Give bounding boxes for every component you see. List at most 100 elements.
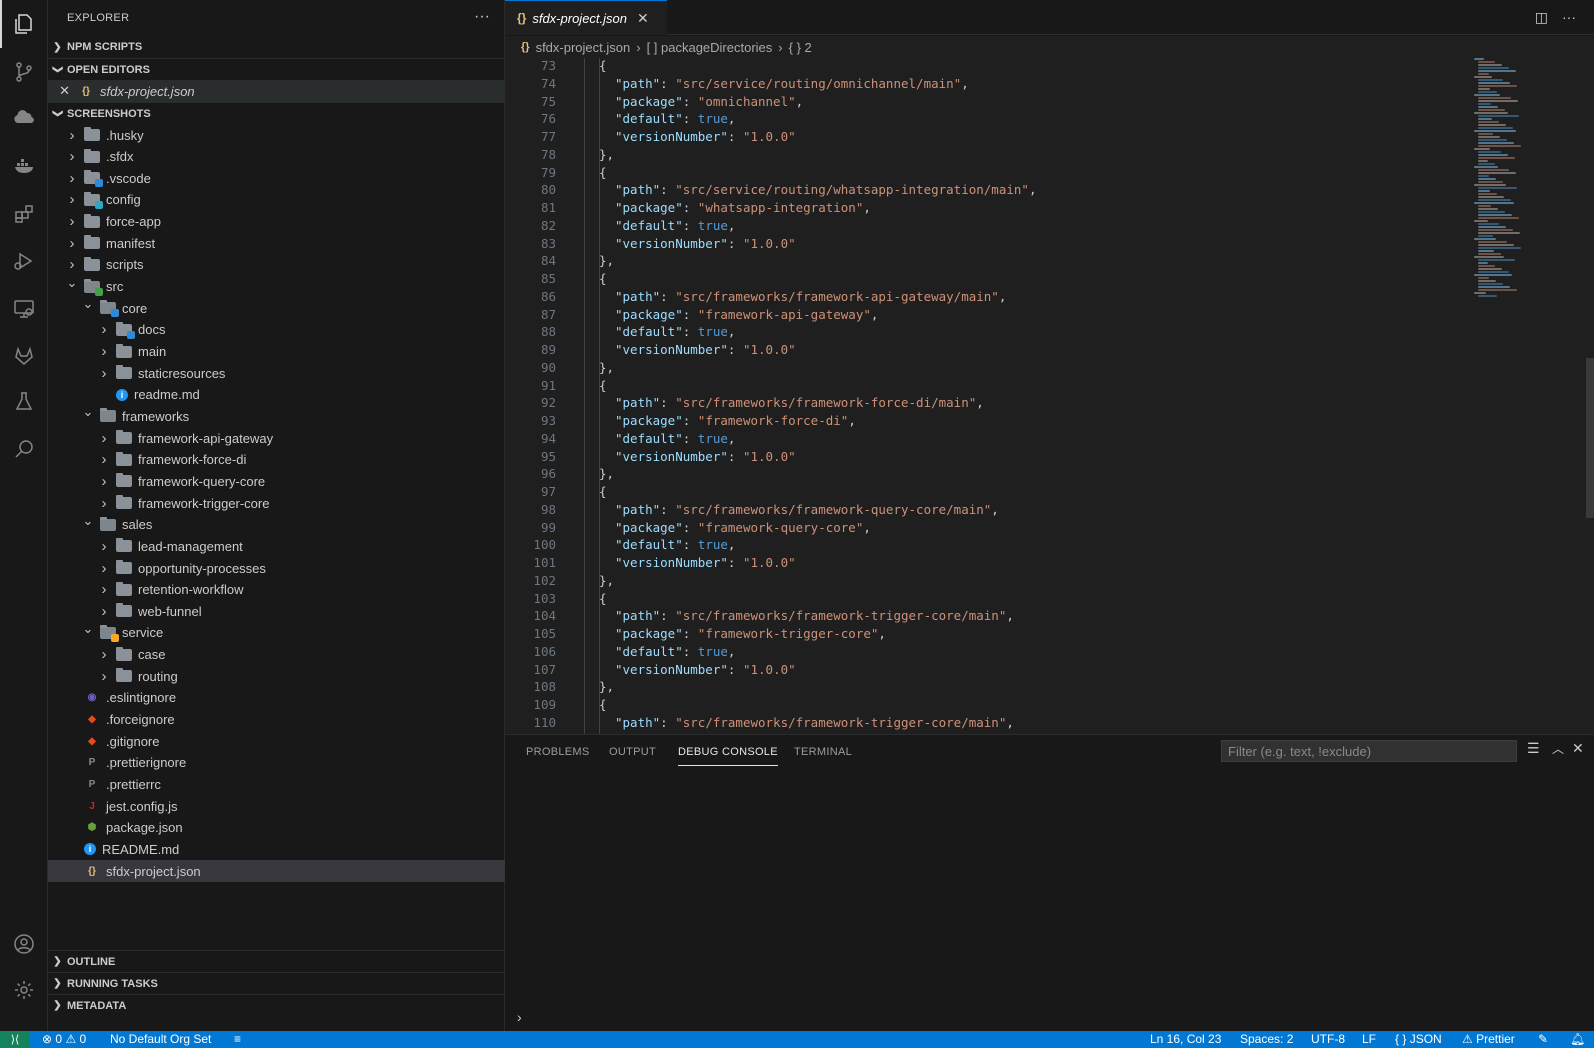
tree-file[interactable]: P .prettierignore bbox=[48, 752, 505, 774]
code-line[interactable]: "path": "src/service/routing/whatsapp-in… bbox=[615, 181, 1036, 199]
panel-tab-problems[interactable]: PROBLEMS bbox=[526, 735, 590, 769]
menu-icon[interactable]: ≡ bbox=[234, 1032, 241, 1046]
editor-tab[interactable]: {} sfdx-project.json ✕ bbox=[505, 0, 667, 35]
tree-folder[interactable]: › force-app bbox=[48, 211, 505, 233]
more-actions-icon[interactable]: ··· bbox=[1562, 9, 1576, 26]
panel-tab-debug-console[interactable]: DEBUG CONSOLE bbox=[678, 738, 778, 766]
panel-tab-terminal[interactable]: TERMINAL bbox=[794, 735, 852, 769]
tree-folder[interactable]: ⌄ service bbox=[48, 621, 505, 644]
testing-icon[interactable] bbox=[0, 378, 48, 426]
code-line[interactable]: }, bbox=[599, 359, 614, 377]
code-line[interactable]: "default": true, bbox=[615, 430, 735, 448]
code-line[interactable]: "versionNumber": "1.0.0" bbox=[615, 341, 796, 359]
code-line[interactable]: "package": "whatsapp-integration", bbox=[615, 199, 871, 217]
problems-indicator[interactable]: ⊗ 0 ⚠ 0 bbox=[42, 1032, 86, 1046]
breadcrumb-item[interactable]: sfdx-project.json bbox=[536, 40, 631, 55]
code-line[interactable]: "path": "src/frameworks/framework-query-… bbox=[615, 501, 999, 519]
code-line[interactable]: "package": "omnichannel", bbox=[615, 93, 803, 111]
code-line[interactable]: "default": true, bbox=[615, 323, 735, 341]
section-running-tasks[interactable]: ❯ RUNNING TASKS bbox=[48, 972, 505, 994]
tree-folder[interactable]: › config bbox=[48, 189, 505, 211]
tree-folder[interactable]: › framework-force-di bbox=[48, 449, 505, 471]
tree-file[interactable]: ⬢ package.json bbox=[48, 817, 505, 839]
language-mode[interactable]: { } JSON bbox=[1395, 1032, 1442, 1046]
code-line[interactable]: { bbox=[599, 483, 607, 501]
tree-folder[interactable]: › web-funnel bbox=[48, 600, 505, 622]
tree-folder[interactable]: › framework-api-gateway bbox=[48, 427, 505, 449]
remote-explorer-icon[interactable] bbox=[0, 285, 48, 333]
tree-folder[interactable]: › docs bbox=[48, 319, 505, 341]
tree-file[interactable]: {} sfdx-project.json bbox=[48, 860, 505, 883]
tree-folder[interactable]: › main bbox=[48, 341, 505, 363]
code-line[interactable]: { bbox=[599, 270, 607, 288]
extensions-icon[interactable] bbox=[0, 190, 48, 238]
tree-file[interactable]: ◉ .eslintignore bbox=[48, 687, 505, 709]
tree-file[interactable]: Jjest.config.js bbox=[48, 795, 505, 817]
search-icon[interactable] bbox=[0, 425, 48, 473]
code-line[interactable]: { bbox=[599, 164, 607, 182]
section-metadata[interactable]: ❯ METADATA bbox=[48, 994, 505, 1016]
split-editor-icon[interactable]: ◫ bbox=[1535, 9, 1548, 26]
code-line[interactable]: "path": "src/frameworks/framework-force-… bbox=[615, 394, 984, 412]
code-line[interactable]: { bbox=[599, 377, 607, 395]
code-line[interactable]: "versionNumber": "1.0.0" bbox=[615, 448, 796, 466]
breadcrumb-item[interactable]: [ ] packageDirectories bbox=[647, 40, 773, 55]
code-line[interactable]: { bbox=[599, 590, 607, 608]
remote-indicator-icon[interactable]: ⟩⟨ bbox=[0, 1031, 30, 1048]
indentation[interactable]: Spaces: 2 bbox=[1240, 1032, 1293, 1046]
notifications-icon[interactable]: 🔔︎ bbox=[1570, 1032, 1585, 1046]
tree-folder[interactable]: › scripts bbox=[48, 254, 505, 276]
close-icon[interactable]: ✕ bbox=[637, 10, 649, 27]
code-line[interactable]: }, bbox=[599, 678, 614, 696]
section-open-editors[interactable]: ❯ OPEN EDITORS bbox=[48, 58, 505, 80]
tree-folder[interactable]: › .husky bbox=[48, 124, 505, 146]
tree-folder[interactable]: › opportunity-processes bbox=[48, 557, 505, 579]
minimap[interactable] bbox=[1470, 58, 1521, 308]
clear-console-icon[interactable]: ☰ bbox=[1527, 740, 1540, 757]
code-line[interactable]: }, bbox=[599, 572, 614, 590]
tree-folder[interactable]: › manifest bbox=[48, 232, 505, 254]
code-line[interactable]: "package": "framework-api-gateway", bbox=[615, 306, 878, 324]
code-line[interactable]: "package": "framework-force-di", bbox=[615, 412, 856, 430]
code-line[interactable]: "versionNumber": "1.0.0" bbox=[615, 661, 796, 679]
section-outline[interactable]: ❯ OUTLINE bbox=[48, 950, 505, 972]
tree-folder[interactable]: › .vscode bbox=[48, 167, 505, 189]
tree-folder[interactable]: ⌄ core bbox=[48, 296, 505, 319]
code-line[interactable]: "versionNumber": "1.0.0" bbox=[615, 128, 796, 146]
encoding[interactable]: UTF-8 bbox=[1311, 1032, 1345, 1046]
cursor-position[interactable]: Ln 16, Col 23 bbox=[1150, 1032, 1221, 1046]
console-prompt[interactable]: › bbox=[517, 1009, 522, 1025]
tree-folder[interactable]: › case bbox=[48, 644, 505, 666]
code-line[interactable]: "path": "src/frameworks/framework-api-ga… bbox=[615, 288, 1006, 306]
tree-folder[interactable]: › framework-query-core bbox=[48, 470, 505, 492]
section-workspace[interactable]: ❯ SCREENSHOTS bbox=[48, 102, 505, 124]
tree-folder[interactable]: › staticresources bbox=[48, 362, 505, 384]
code-line[interactable]: "package": "framework-query-core", bbox=[615, 519, 871, 537]
tree-file[interactable]: ◆ .forceignore bbox=[48, 709, 505, 731]
settings-gear-icon[interactable] bbox=[0, 966, 48, 1014]
filter-input[interactable] bbox=[1221, 740, 1517, 762]
tree-file[interactable]: i readme.md bbox=[48, 384, 505, 406]
end-of-line[interactable]: LF bbox=[1362, 1032, 1376, 1046]
feedback-icon[interactable]: ✎ bbox=[1538, 1032, 1548, 1046]
tree-folder[interactable]: › routing bbox=[48, 665, 505, 687]
org-indicator[interactable]: No Default Org Set bbox=[110, 1032, 211, 1046]
account-icon[interactable] bbox=[0, 920, 48, 968]
code-line[interactable]: "path": "src/service/routing/omnichannel… bbox=[615, 75, 969, 93]
code-line[interactable]: "path": "src/frameworks/framework-trigge… bbox=[615, 714, 1014, 732]
code-line[interactable]: "versionNumber": "1.0.0" bbox=[615, 235, 796, 253]
more-actions-icon[interactable]: ··· bbox=[474, 8, 490, 26]
code-line[interactable]: "default": true, bbox=[615, 536, 735, 554]
code-line[interactable]: "default": true, bbox=[615, 217, 735, 235]
source-control-icon[interactable] bbox=[0, 48, 48, 96]
section-npm-scripts[interactable]: ❯ NPM SCRIPTS bbox=[48, 36, 505, 58]
code-editor[interactable]: 73 {74 "path": "src/service/routing/omnich… bbox=[505, 58, 1594, 734]
panel-tab-output[interactable]: OUTPUT bbox=[609, 735, 656, 769]
tree-folder[interactable]: › retention-workflow bbox=[48, 579, 505, 601]
open-editor-item[interactable]: ✕ {} sfdx-project.json bbox=[48, 80, 505, 102]
code-line[interactable]: "package": "framework-trigger-core", bbox=[615, 625, 886, 643]
code-line[interactable]: "path": "src/frameworks/framework-trigge… bbox=[615, 607, 1014, 625]
code-line[interactable]: "default": true, bbox=[615, 643, 735, 661]
gitlab-icon[interactable] bbox=[0, 332, 48, 380]
prettier-status[interactable]: ⚠ Prettier bbox=[1462, 1032, 1515, 1046]
